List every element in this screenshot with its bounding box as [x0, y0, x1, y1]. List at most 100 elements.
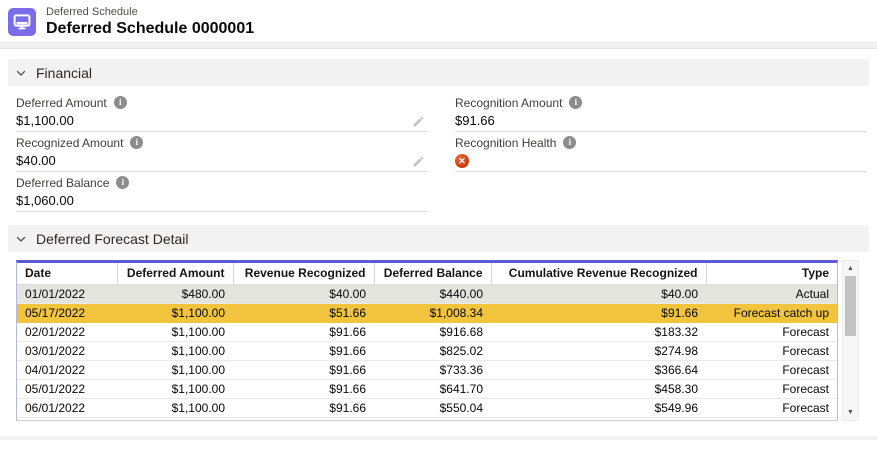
table-cell: $91.66	[491, 303, 706, 322]
column-header[interactable]: Type	[706, 263, 837, 284]
table-cell: $366.64	[491, 360, 706, 379]
table-cell: $916.68	[374, 322, 491, 341]
info-icon[interactable]: i	[130, 136, 143, 149]
table-cell: Forecast	[706, 341, 837, 360]
table-cell: $440.00	[374, 284, 491, 303]
forecast-section-title: Deferred Forecast Detail	[36, 231, 189, 247]
table-cell: Actual	[706, 284, 837, 303]
financial-fields: Deferred Amount i $1,100.00 Recognized A…	[0, 86, 877, 212]
field-value: $1,060.00	[16, 192, 74, 210]
table-cell: $183.32	[491, 322, 706, 341]
deferred-schedule-page: Deferred Schedule Deferred Schedule 0000…	[0, 0, 877, 450]
table-cell: $40.00	[233, 284, 374, 303]
table-cell: Forecast	[706, 360, 837, 379]
header-divider	[0, 42, 877, 49]
table-cell: $91.66	[233, 360, 374, 379]
record-title: Deferred Schedule 0000001	[46, 19, 254, 38]
table-cell: $733.36	[374, 360, 491, 379]
column-header[interactable]: Date	[17, 263, 117, 284]
table-cell: 01/01/2022	[17, 284, 117, 303]
table-cell: $1,100.00	[117, 322, 233, 341]
table-cell: $1,100.00	[117, 303, 233, 322]
table-cell: 05/01/2022	[17, 379, 117, 398]
table-cell: Forecast	[706, 398, 837, 417]
table-cell: Forecast catch up	[706, 303, 837, 322]
table-cell: $274.98	[491, 341, 706, 360]
edit-pencil-icon[interactable]	[412, 155, 427, 168]
info-icon[interactable]: i	[569, 96, 582, 109]
table-cell: 04/01/2022	[17, 360, 117, 379]
financial-section-header[interactable]: Financial	[8, 59, 869, 86]
table-row[interactable]: 05/17/2022$1,100.00$51.66$1,008.34$91.66…	[17, 303, 837, 322]
entity-label: Deferred Schedule	[46, 6, 254, 19]
table-row[interactable]: 01/01/2022$480.00$40.00$440.00$40.00Actu…	[17, 284, 837, 303]
field-label: Deferred Amount	[16, 96, 107, 110]
forecast-table-container: DateDeferred AmountRevenue RecognizedDef…	[16, 260, 838, 421]
scroll-up-arrow-icon[interactable]: ▲	[843, 262, 858, 275]
table-row[interactable]: 03/01/2022$1,100.00$91.66$825.02$274.98F…	[17, 341, 837, 360]
table-cell: $91.66	[233, 322, 374, 341]
column-header[interactable]: Revenue Recognized	[233, 263, 374, 284]
table-cell: $550.04	[374, 398, 491, 417]
column-header[interactable]: Deferred Balance	[374, 263, 491, 284]
chevron-down-icon	[15, 67, 27, 79]
table-cell: $480.00	[117, 284, 233, 303]
table-cell: $1,100.00	[117, 360, 233, 379]
column-header[interactable]: Cumulative Revenue Recognized	[491, 263, 706, 284]
field-value: $91.66	[455, 112, 495, 130]
forecast-table-body: 01/01/2022$480.00$40.00$440.00$40.00Actu…	[17, 284, 837, 417]
table-cell: $825.02	[374, 341, 491, 360]
info-icon[interactable]: i	[114, 96, 127, 109]
fields-left-column: Deferred Amount i $1,100.00 Recognized A…	[16, 92, 427, 212]
table-cell: $51.66	[233, 303, 374, 322]
forecast-table-area: DateDeferred AmountRevenue RecognizedDef…	[16, 260, 860, 421]
table-cell: $1,008.34	[374, 303, 491, 322]
column-header[interactable]: Deferred Amount	[117, 263, 233, 284]
forecast-table: DateDeferred AmountRevenue RecognizedDef…	[17, 263, 837, 418]
table-cell: 06/01/2022	[17, 398, 117, 417]
table-cell: $641.70	[374, 379, 491, 398]
table-cell: $91.66	[233, 398, 374, 417]
table-cell: Forecast	[706, 379, 837, 398]
field-deferred-balance: Deferred Balance i $1,060.00	[16, 172, 427, 212]
field-label: Recognized Amount	[16, 136, 123, 150]
table-cell: $40.00	[491, 284, 706, 303]
table-cell: 05/17/2022	[17, 303, 117, 322]
chevron-down-icon	[15, 233, 27, 245]
info-icon[interactable]: i	[116, 176, 129, 189]
scroll-down-arrow-icon[interactable]: ▼	[843, 406, 858, 419]
table-row[interactable]: 04/01/2022$1,100.00$91.66$733.36$366.64F…	[17, 360, 837, 379]
field-value: $40.00	[16, 152, 56, 170]
vertical-scrollbar[interactable]: ▲ ▼	[842, 260, 859, 421]
record-header: Deferred Schedule Deferred Schedule 0000…	[0, 0, 877, 40]
edit-pencil-icon[interactable]	[412, 115, 427, 128]
table-row[interactable]: 02/01/2022$1,100.00$91.66$916.68$183.32F…	[17, 322, 837, 341]
forecast-table-head-row: DateDeferred AmountRevenue RecognizedDef…	[17, 263, 837, 284]
table-cell: 02/01/2022	[17, 322, 117, 341]
table-cell: 03/01/2022	[17, 341, 117, 360]
field-value: $1,100.00	[16, 112, 74, 130]
table-cell: $458.30	[491, 379, 706, 398]
field-recognition-amount: Recognition Amount i $91.66	[455, 92, 866, 132]
scrollbar-thumb[interactable]	[845, 276, 856, 336]
bottom-divider	[0, 436, 877, 440]
table-cell: $91.66	[233, 341, 374, 360]
info-icon[interactable]: i	[563, 136, 576, 149]
table-cell: $1,100.00	[117, 341, 233, 360]
forecast-section-header[interactable]: Deferred Forecast Detail	[8, 225, 869, 252]
financial-section-title: Financial	[36, 65, 92, 81]
field-label: Recognition Amount	[455, 96, 562, 110]
table-cell: $549.96	[491, 398, 706, 417]
field-recognized-amount: Recognized Amount i $40.00	[16, 132, 427, 172]
table-cell: $1,100.00	[117, 379, 233, 398]
field-recognition-health: Recognition Health i ✕	[455, 132, 866, 172]
field-deferred-amount: Deferred Amount i $1,100.00	[16, 92, 427, 132]
table-cell: Forecast	[706, 322, 837, 341]
table-row[interactable]: 06/01/2022$1,100.00$91.66$550.04$549.96F…	[17, 398, 837, 417]
table-cell: $91.66	[233, 379, 374, 398]
error-status-icon: ✕	[455, 154, 469, 168]
fields-right-column: Recognition Amount i $91.66 Recognition …	[455, 92, 866, 172]
field-label: Deferred Balance	[16, 176, 109, 190]
table-row[interactable]: 05/01/2022$1,100.00$91.66$641.70$458.30F…	[17, 379, 837, 398]
record-titles: Deferred Schedule Deferred Schedule 0000…	[46, 6, 254, 38]
